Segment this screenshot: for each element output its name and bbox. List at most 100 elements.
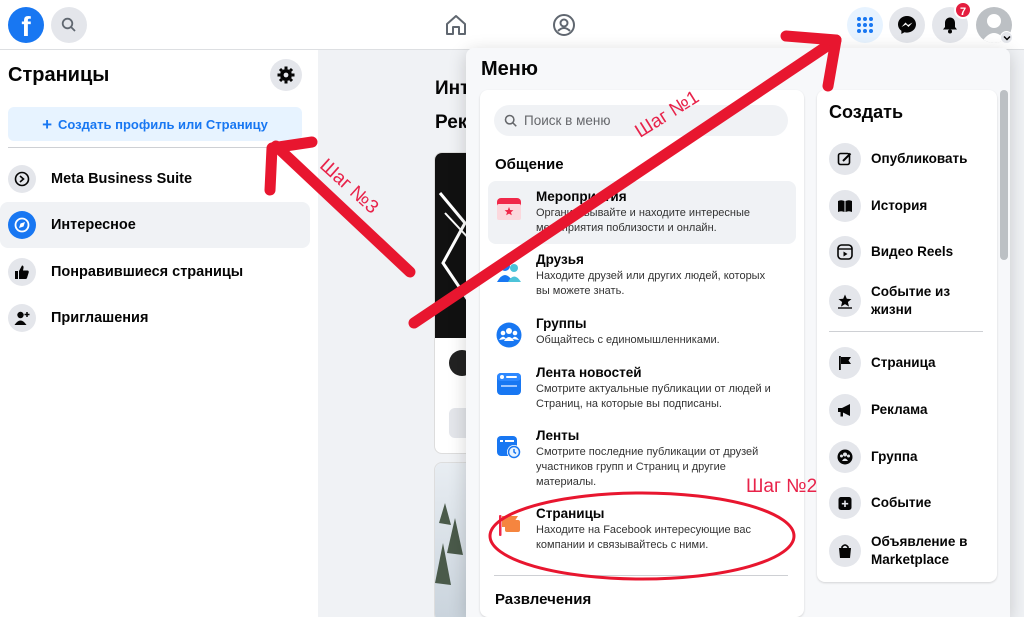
create-item-marketplace-listing[interactable]: Объявление в Marketplace	[829, 533, 989, 569]
menu-item-title: Лента новостей	[536, 365, 642, 380]
create-item-label: Видео Reels	[871, 244, 954, 259]
menu-item-title: Ленты	[536, 428, 580, 443]
create-item-label: История	[871, 198, 928, 213]
menu-item-news-feed[interactable]: Лента новостей Смотрите актуальные публи…	[488, 357, 796, 420]
sidebar-item-label: Meta Business Suite	[51, 171, 193, 187]
megaphone-icon	[829, 394, 861, 426]
gear-icon	[277, 66, 295, 84]
sidebar-divider	[8, 147, 302, 148]
create-item-label: Marketplace	[871, 552, 950, 567]
plus-icon: +	[42, 114, 53, 134]
home-tab[interactable]	[441, 10, 471, 40]
calendar-plus-icon	[829, 487, 861, 519]
menu-item-description: материалы.	[536, 476, 597, 488]
menu-item-pages[interactable]: Страницы Находите на Facebook интересующ…	[488, 498, 796, 561]
create-panel: Создать Опубликовать История Видео Reels…	[817, 90, 997, 582]
feeds-clock-icon	[497, 436, 521, 459]
feed-subheading: Рек	[435, 112, 468, 133]
search-icon	[504, 114, 517, 127]
friends-icon	[497, 261, 521, 282]
menu-item-description: Организовывайте и находите интересные	[536, 207, 751, 219]
create-item-label: Объявление в	[871, 534, 968, 549]
menu-item-friends[interactable]: Друзья Находите друзей или других людей,…	[488, 244, 796, 307]
search-placeholder: Поиск в меню	[524, 113, 611, 128]
feed-heading: Инт	[435, 78, 470, 99]
search-icon	[61, 17, 76, 32]
search-button[interactable]	[51, 7, 87, 43]
book-icon	[829, 190, 861, 222]
menu-item-title: Страницы	[536, 506, 605, 521]
friends-tab[interactable]	[549, 10, 579, 40]
create-item-label: Группа	[871, 449, 918, 464]
compose-icon	[829, 143, 861, 175]
menu-item-description: Страниц, на которые вы подписаны.	[536, 398, 722, 410]
create-item-ad[interactable]: Реклама	[829, 394, 989, 426]
star-icon	[829, 285, 861, 317]
chevron-down-icon	[1002, 35, 1011, 41]
top-navigation-bar: f 7	[0, 0, 1024, 50]
section-social: Общение	[495, 156, 564, 173]
sidebar-item-label: Интересное	[51, 217, 136, 233]
messenger-button[interactable]	[889, 7, 925, 43]
calendar-icon	[497, 198, 521, 220]
sidebar-title: Страницы	[8, 64, 110, 86]
menu-item-description: Находите друзей или других людей, которы…	[536, 270, 766, 282]
create-item-story[interactable]: История	[829, 190, 989, 222]
create-item-reels[interactable]: Видео Reels	[829, 236, 989, 268]
compass-icon	[8, 211, 36, 239]
menu-item-description: Смотрите последние публикации от друзей	[536, 446, 759, 458]
sidebar-item-liked-pages[interactable]: Понравившиеся страницы	[0, 249, 310, 295]
menu-button[interactable]	[847, 7, 883, 43]
create-item-label: Событие из	[871, 284, 951, 299]
create-divider	[829, 331, 983, 332]
group-icon	[829, 441, 861, 473]
menu-item-description: Находите на Facebook интересующие вас	[536, 524, 752, 536]
menu-item-title: Друзья	[536, 252, 584, 267]
sidebar-item-label: Понравившиеся страницы	[51, 264, 244, 280]
home-icon	[446, 15, 466, 35]
create-item-label: жизни	[871, 302, 913, 317]
pages-sidebar: Страницы + Создать профиль или Страницу …	[0, 50, 318, 617]
menu-item-title: Мероприятия	[536, 189, 627, 204]
create-item-label: Опубликовать	[871, 151, 968, 166]
create-item-life-event[interactable]: Событие из жизни	[829, 283, 989, 319]
thumbs-up-icon	[8, 258, 36, 286]
create-panel-scrollbar[interactable]	[1000, 90, 1008, 260]
reels-icon	[829, 236, 861, 268]
menu-divider	[494, 575, 788, 576]
add-person-icon	[8, 304, 36, 332]
settings-button[interactable]	[270, 59, 302, 91]
menu-item-description: компании и связывайтесь с ними.	[536, 539, 709, 551]
meta-business-suite-icon	[8, 165, 36, 193]
notifications-count-badge: 7	[954, 1, 972, 19]
create-profile-or-page-button[interactable]: + Создать профиль или Страницу	[8, 107, 302, 141]
menu-title: Меню	[481, 58, 538, 80]
section-entertainment: Развлечения	[495, 591, 592, 608]
create-item-group[interactable]: Группа	[829, 441, 989, 473]
sidebar-item-discover[interactable]: Интересное	[0, 202, 310, 248]
menu-item-groups[interactable]: Группы Общайтесь с единомышленниками.	[488, 308, 796, 356]
create-item-label: Событие	[871, 495, 932, 510]
menu-dropdown: Меню Поиск в меню Общение Мероприятия Ор…	[466, 48, 1010, 617]
create-item-event[interactable]: Событие	[829, 487, 989, 519]
friends-icon	[553, 14, 575, 36]
menu-apps-panel: Поиск в меню Общение Мероприятия Организ…	[480, 90, 804, 617]
create-button-label: Создать профиль или Страницу	[58, 116, 268, 132]
create-item-label: Страница	[871, 355, 936, 370]
create-item-page[interactable]: Страница	[829, 347, 989, 379]
facebook-logo[interactable]: f	[8, 7, 44, 43]
sidebar-item-invitations[interactable]: Приглашения	[0, 295, 310, 341]
account-dropdown[interactable]	[1000, 31, 1013, 44]
flag-icon	[829, 347, 861, 379]
pages-flag-icon	[499, 515, 520, 536]
menu-item-events[interactable]: Мероприятия Организовывайте и находите и…	[488, 181, 796, 244]
menu-grid-icon	[857, 17, 873, 33]
create-item-post[interactable]: Опубликовать	[829, 143, 989, 175]
bell-icon	[943, 17, 957, 34]
step3-label: Шаг №3	[315, 155, 383, 219]
menu-item-title: Группы	[536, 316, 587, 331]
menu-item-description: Общайтесь с единомышленниками.	[536, 334, 720, 346]
step2-label: Шаг №2	[746, 476, 818, 497]
sidebar-item-meta-business-suite[interactable]: Meta Business Suite	[0, 156, 310, 202]
create-item-label: Реклама	[871, 402, 928, 417]
